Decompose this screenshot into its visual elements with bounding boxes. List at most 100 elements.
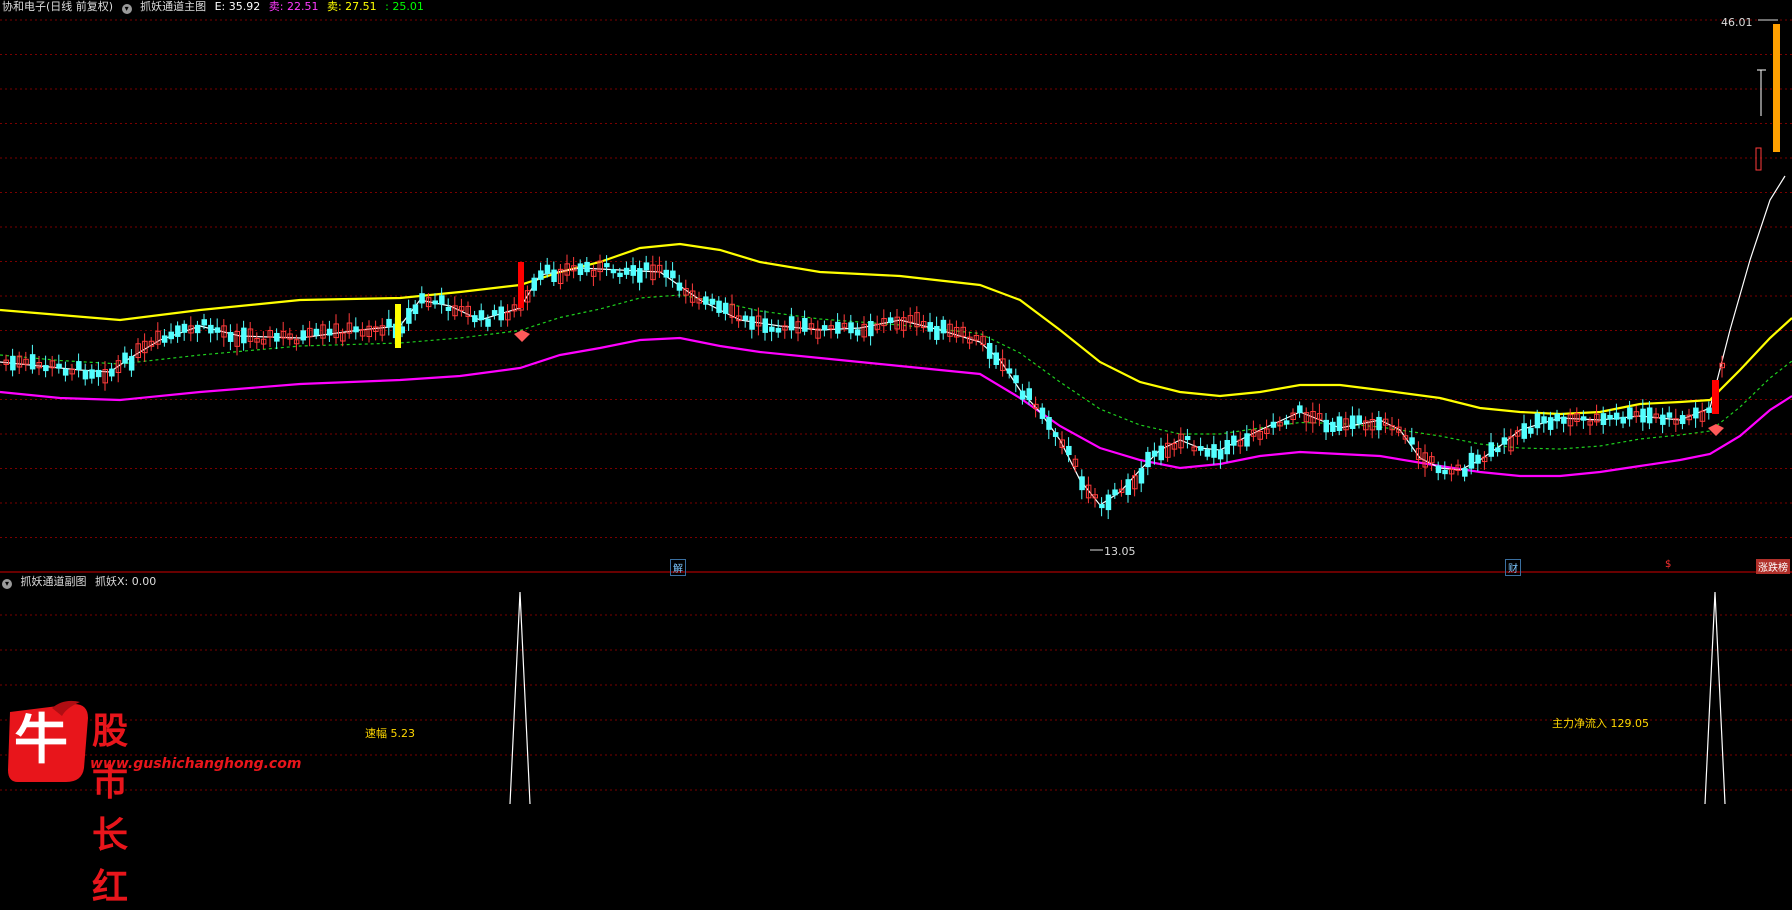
main-header: 协和电子(日线 前复权) ▾ 抓妖通道主图 E: 35.92 卖: 22.51 … (2, 0, 429, 14)
candle-body (1231, 435, 1237, 446)
candle-body (887, 317, 894, 324)
candle-body (610, 268, 617, 274)
lower-band-line (0, 336, 1792, 478)
candle-body (1755, 147, 1762, 171)
candle-body (1217, 449, 1224, 460)
candle-body (1046, 417, 1052, 430)
candle-body (491, 310, 498, 316)
candle-body (326, 328, 333, 336)
candle-body (1330, 421, 1336, 432)
candle-body (1013, 375, 1019, 384)
e-value: E: 35.92 (214, 0, 261, 13)
candle-body (1356, 415, 1362, 424)
candle-body (161, 335, 168, 343)
stock-name[interactable]: 协和电子(日线 前复权) (2, 0, 113, 13)
high-price-label: 46.01 (1721, 16, 1753, 29)
candle-body (1600, 413, 1607, 426)
candle-body (432, 300, 438, 305)
candle-body (551, 269, 557, 283)
candle-body (1580, 416, 1587, 421)
event-marker-cai[interactable]: 财 (1505, 559, 1521, 576)
candle-body (1554, 413, 1560, 422)
candle-body (1693, 407, 1699, 419)
candle-body (1184, 435, 1191, 441)
candle-body (1547, 417, 1554, 430)
candle-body (1607, 414, 1613, 420)
candle-body (1495, 447, 1501, 453)
main-chart[interactable] (0, 0, 1792, 804)
extra-value: : 25.01 (385, 0, 424, 13)
candle-body (1158, 445, 1164, 461)
candle-body (1052, 432, 1059, 437)
candle-body (1646, 407, 1653, 424)
candle-body (478, 310, 485, 321)
candle-body (1435, 465, 1442, 474)
candle-body (1679, 415, 1686, 425)
candle-body (181, 323, 188, 333)
candle-body (722, 302, 729, 314)
signal-candle-red (1712, 380, 1719, 414)
candle-body (934, 325, 940, 340)
candle-body (498, 306, 504, 321)
sub-indicator-name[interactable]: 抓妖通道副图 (21, 575, 87, 588)
candle-body (1323, 419, 1329, 433)
candle-body (604, 263, 610, 268)
candle-body (386, 318, 392, 328)
candle-body (485, 318, 491, 327)
signal-candle-orange (1773, 24, 1780, 152)
candle-body (406, 308, 412, 324)
candle-body (1706, 407, 1712, 413)
candle-body (1541, 416, 1547, 424)
candle-body (617, 272, 623, 278)
settings-circle-icon[interactable]: ▾ (2, 579, 12, 589)
sell-value-1: 卖: 22.51 (268, 0, 319, 13)
candle-body (56, 363, 62, 369)
candle-body (1534, 413, 1541, 429)
candle-body (82, 370, 89, 380)
candle-body (419, 293, 425, 304)
candle-body (630, 265, 636, 276)
candle-body (1112, 489, 1118, 496)
candle-body (313, 328, 320, 336)
candle-body (1468, 452, 1475, 469)
candle-body (10, 355, 16, 371)
candle-body (1019, 390, 1026, 400)
candle-body (43, 365, 49, 372)
candle-body (1501, 437, 1508, 445)
candle-body (1151, 450, 1158, 457)
event-marker-zhangdiebang[interactable]: 涨跌榜 (1756, 559, 1790, 574)
candle-body (1488, 442, 1494, 457)
candle-body (29, 354, 36, 370)
candle-body (821, 325, 828, 331)
speed-label: 速幅 5.23 (365, 727, 415, 740)
candle-body (1145, 451, 1151, 468)
candle-body (1349, 415, 1356, 429)
candle-body (623, 267, 630, 275)
candle-body (538, 270, 544, 280)
low-price-label: 13.05 (1104, 545, 1136, 558)
candle-body (1521, 423, 1527, 439)
candle-body (353, 326, 359, 333)
watermark-url: www.gushichanghong.com (90, 756, 302, 772)
candle-body (1640, 408, 1646, 423)
candle-body (802, 317, 808, 332)
event-marker-dollar[interactable]: $ (1663, 559, 1673, 570)
logo-char: 牛 (14, 707, 68, 771)
candle-body (1475, 454, 1481, 464)
candle-body (1066, 445, 1072, 456)
main-indicator-name[interactable]: 抓妖通道主图 (140, 0, 206, 13)
candle-body (1039, 407, 1046, 419)
candle-body (1026, 388, 1032, 401)
candle-body (241, 327, 247, 344)
candle-body (769, 326, 775, 332)
event-marker-jie[interactable]: 解 (670, 559, 686, 576)
candle-body (62, 368, 69, 376)
candle-body (1376, 416, 1382, 431)
settings-circle-icon[interactable]: ▾ (121, 4, 132, 14)
candle-body (749, 316, 755, 330)
candle-body (412, 304, 419, 315)
candle-body (1224, 439, 1230, 455)
candle-body (584, 261, 590, 273)
sub-indicator-value: 抓妖X: 0.00 (95, 575, 157, 588)
candle-body (1006, 368, 1013, 374)
